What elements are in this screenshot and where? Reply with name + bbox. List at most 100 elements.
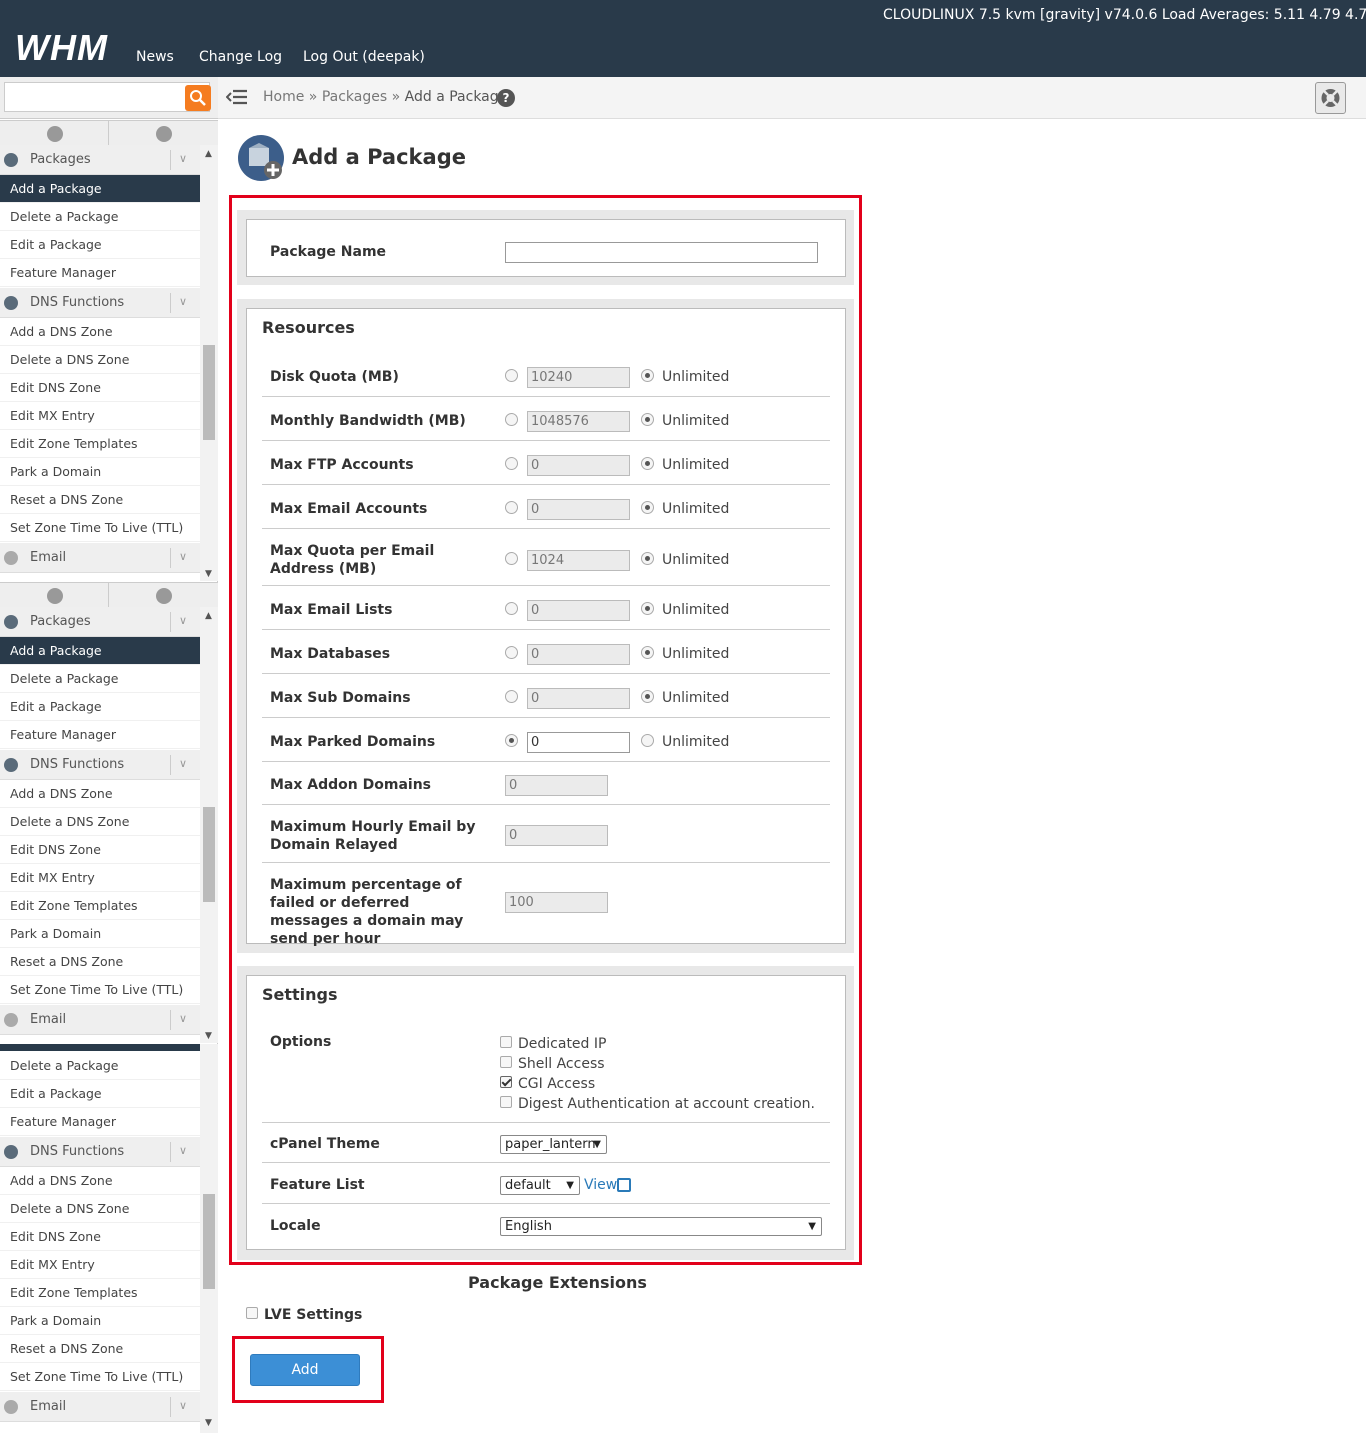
- parked-domains-custom-radio[interactable]: [505, 734, 518, 747]
- disk-quota-custom-radio[interactable]: [505, 369, 518, 382]
- sidebar-item-feature-manager[interactable]: Feature Manager: [0, 721, 200, 749]
- sidebar-item-edit-dns-zone[interactable]: Edit DNS Zone: [0, 1223, 200, 1251]
- dedicated-ip-checkbox[interactable]: [500, 1036, 512, 1048]
- external-link-icon[interactable]: [617, 1178, 631, 1192]
- sidebar-item-park-domain[interactable]: Park a Domain: [0, 920, 200, 948]
- sidebar-item-add-dns-zone[interactable]: Add a DNS Zone: [0, 780, 200, 808]
- sidebar-item-edit-package[interactable]: Edit a Package: [0, 231, 200, 259]
- sidebar-item-add-dns-zone[interactable]: Add a DNS Zone: [0, 1167, 200, 1195]
- scroll-up-icon[interactable]: [47, 126, 63, 142]
- chevron-down-icon[interactable]: ∨: [179, 550, 187, 563]
- sidebar-item-reset-dns-zone[interactable]: Reset a DNS Zone: [0, 948, 200, 976]
- disk-quota-input[interactable]: 10240: [527, 367, 630, 388]
- nav-change-log[interactable]: Change Log: [199, 48, 282, 66]
- sidebar-category-email[interactable]: Email ∨: [0, 1005, 200, 1035]
- sidebar-item-delete-package[interactable]: Delete a Package: [0, 665, 200, 693]
- sidebar-item-add-package[interactable]: Add a Package: [0, 175, 200, 203]
- sidebar-category-packages[interactable]: Packages ∨: [0, 145, 200, 175]
- sidebar-category-packages[interactable]: Packages ∨: [0, 607, 200, 637]
- sub-domains-unlimited-radio[interactable]: [641, 690, 654, 703]
- feature-list-select[interactable]: default ▼: [500, 1176, 580, 1195]
- support-button[interactable]: [1315, 82, 1346, 114]
- sidebar-item-feature-manager[interactable]: Feature Manager: [0, 1108, 200, 1136]
- sidebar-item-set-ttl[interactable]: Set Zone Time To Live (TTL): [0, 976, 200, 1004]
- help-icon[interactable]: ?: [497, 89, 515, 107]
- chevron-down-icon[interactable]: ∨: [179, 295, 187, 308]
- bandwidth-unlimited-radio[interactable]: [641, 413, 654, 426]
- chevron-down-icon[interactable]: ∨: [179, 1399, 187, 1412]
- chevron-down-icon[interactable]: ∨: [179, 152, 187, 165]
- sidebar-category-dns[interactable]: DNS Functions ∨: [0, 1137, 200, 1167]
- sidebar-item-set-ttl[interactable]: Set Zone Time To Live (TTL): [0, 1363, 200, 1391]
- sidebar-item-reset-dns-zone[interactable]: Reset a DNS Zone: [0, 1335, 200, 1363]
- chevron-down-icon[interactable]: ∨: [179, 1012, 187, 1025]
- chevron-down-icon[interactable]: ∨: [179, 614, 187, 627]
- sidebar-scrollbar[interactable]: ▲ ▼: [200, 607, 218, 1043]
- whm-logo[interactable]: WHM: [15, 30, 108, 66]
- ftp-custom-radio[interactable]: [505, 457, 518, 470]
- sidebar-item-park-domain[interactable]: Park a Domain: [0, 458, 200, 486]
- sidebar-item-delete-package[interactable]: Delete a Package: [0, 1052, 200, 1080]
- sidebar-item-reset-dns-zone[interactable]: Reset a DNS Zone: [0, 486, 200, 514]
- search-button[interactable]: [185, 85, 211, 111]
- chevron-down-icon[interactable]: ∨: [179, 757, 187, 770]
- nav-logout[interactable]: Log Out (deepak): [303, 48, 425, 66]
- digest-auth-checkbox[interactable]: [500, 1096, 512, 1108]
- sub-domains-custom-radio[interactable]: [505, 690, 518, 703]
- cgi-access-checkbox[interactable]: [500, 1076, 512, 1088]
- sidebar-item-edit-mx-entry[interactable]: Edit MX Entry: [0, 864, 200, 892]
- databases-custom-radio[interactable]: [505, 646, 518, 659]
- ftp-accounts-input[interactable]: 0: [527, 455, 630, 476]
- addon-domains-input[interactable]: 0: [505, 775, 608, 796]
- cpanel-theme-select[interactable]: paper_lantern ▼: [500, 1135, 607, 1154]
- email-lists-custom-radio[interactable]: [505, 602, 518, 615]
- scroll-down-icon[interactable]: [156, 126, 172, 142]
- sidebar-item-edit-zone-templates[interactable]: Edit Zone Templates: [0, 1279, 200, 1307]
- sidebar-category-dns[interactable]: DNS Functions ∨: [0, 288, 200, 318]
- bandwidth-custom-radio[interactable]: [505, 413, 518, 426]
- sidebar-item-add-dns-zone[interactable]: Add a DNS Zone: [0, 318, 200, 346]
- search-input[interactable]: [4, 82, 210, 112]
- sidebar-item-delete-dns-zone[interactable]: Delete a DNS Zone: [0, 1195, 200, 1223]
- sidebar-item-edit-zone-templates[interactable]: Edit Zone Templates: [0, 430, 200, 458]
- sidebar-item-set-ttl[interactable]: Set Zone Time To Live (TTL): [0, 514, 200, 542]
- sidebar-item-add-package[interactable]: Add a Package: [0, 637, 200, 665]
- sidebar-item-edit-dns-zone[interactable]: Edit DNS Zone: [0, 374, 200, 402]
- sidebar-item-delete-dns-zone[interactable]: Delete a DNS Zone: [0, 346, 200, 374]
- shell-access-checkbox[interactable]: [500, 1056, 512, 1068]
- failed-messages-input[interactable]: 100: [505, 892, 608, 913]
- sidebar-item-edit-package[interactable]: Edit a Package: [0, 1080, 200, 1108]
- sub-domains-input[interactable]: 0: [527, 688, 630, 709]
- hourly-email-input[interactable]: 0: [505, 825, 608, 846]
- nav-news[interactable]: News: [136, 48, 174, 66]
- breadcrumb-home[interactable]: Home: [263, 89, 304, 105]
- breadcrumb-packages[interactable]: Packages: [322, 89, 387, 105]
- sidebar-item-delete-dns-zone[interactable]: Delete a DNS Zone: [0, 808, 200, 836]
- databases-unlimited-radio[interactable]: [641, 646, 654, 659]
- sidebar-item-feature-manager[interactable]: Feature Manager: [0, 259, 200, 287]
- view-feature-list-link[interactable]: View: [584, 1176, 617, 1194]
- ftp-unlimited-radio[interactable]: [641, 457, 654, 470]
- sidebar-item-edit-package[interactable]: Edit a Package: [0, 693, 200, 721]
- disk-quota-unlimited-radio[interactable]: [641, 369, 654, 382]
- sidebar-scrollbar[interactable]: ▲ ▼: [200, 145, 218, 581]
- email-lists-unlimited-radio[interactable]: [641, 602, 654, 615]
- email-quota-input[interactable]: 1024: [527, 550, 630, 571]
- bandwidth-input[interactable]: 1048576: [527, 411, 630, 432]
- scroll-down-icon[interactable]: [156, 588, 172, 604]
- chevron-down-icon[interactable]: ∨: [179, 1144, 187, 1157]
- menu-toggle-button[interactable]: [225, 87, 248, 107]
- sidebar-category-email[interactable]: Email ∨: [0, 1392, 200, 1422]
- sidebar-item-edit-mx-entry[interactable]: Edit MX Entry: [0, 402, 200, 430]
- email-accounts-input[interactable]: 0: [527, 499, 630, 520]
- sidebar-item-edit-mx-entry[interactable]: Edit MX Entry: [0, 1251, 200, 1279]
- email-quota-custom-radio[interactable]: [505, 552, 518, 565]
- sidebar-category-dns[interactable]: DNS Functions ∨: [0, 750, 200, 780]
- sidebar-item-edit-dns-zone[interactable]: Edit DNS Zone: [0, 836, 200, 864]
- sidebar-item-delete-package[interactable]: Delete a Package: [0, 203, 200, 231]
- email-lists-input[interactable]: 0: [527, 600, 630, 621]
- sidebar-category-email[interactable]: Email ∨: [0, 543, 200, 573]
- parked-domains-unlimited-radio[interactable]: [641, 734, 654, 747]
- sidebar-item-park-domain[interactable]: Park a Domain: [0, 1307, 200, 1335]
- parked-domains-input[interactable]: 0: [527, 732, 630, 753]
